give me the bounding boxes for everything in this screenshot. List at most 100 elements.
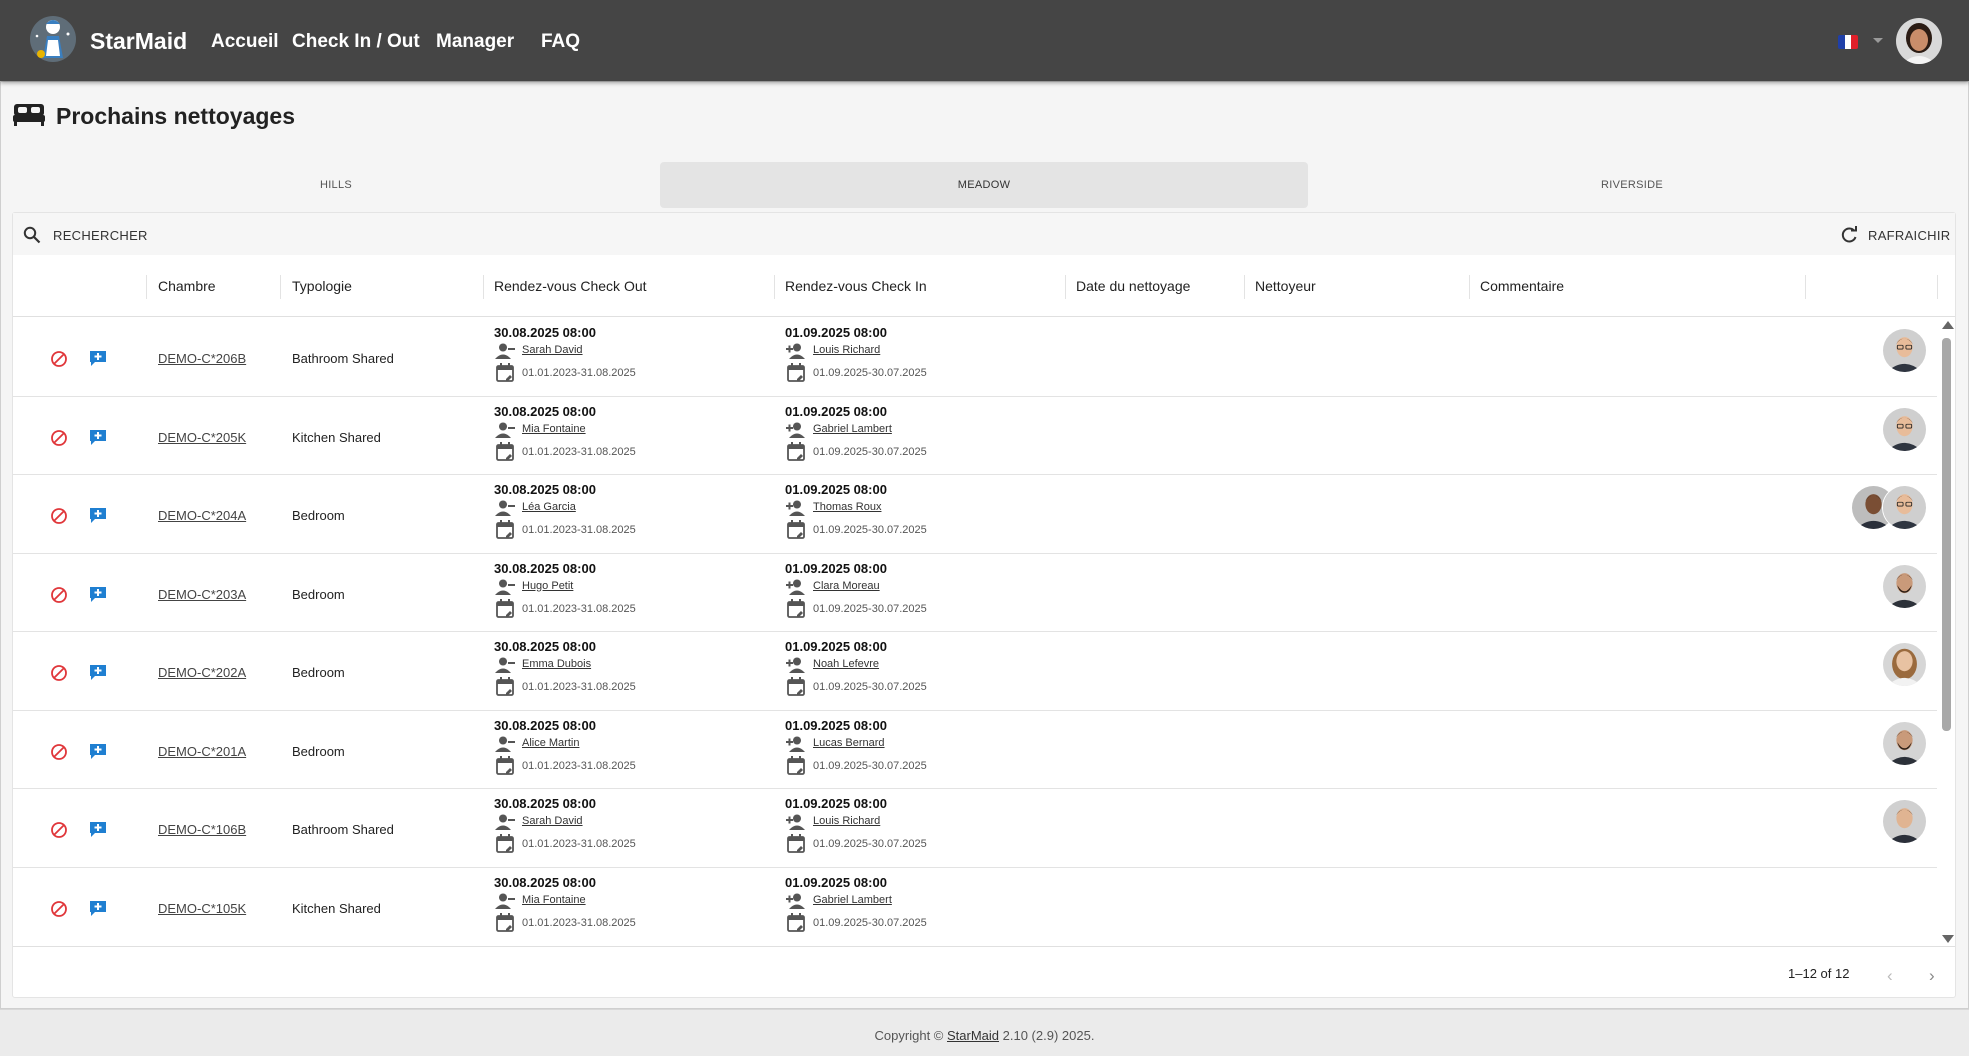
person-remove-icon <box>495 893 515 909</box>
room-link[interactable]: DEMO-C*106B <box>158 822 246 837</box>
language-dropdown-caret-icon[interactable] <box>1873 38 1883 43</box>
checkin-datetime: 01.09.2025 08:00 <box>785 717 887 733</box>
checkout-date-range: 01.01.2023-31.08.2025 <box>522 916 636 929</box>
scroll-up-arrow-icon[interactable] <box>1942 321 1954 329</box>
person-add-icon <box>786 500 806 516</box>
brand-name[interactable]: StarMaid <box>90 28 187 55</box>
column-header-typologie[interactable]: Typologie <box>292 278 352 294</box>
ban-icon[interactable] <box>50 429 68 447</box>
checkin-datetime: 01.09.2025 08:00 <box>785 325 887 340</box>
add-comment-icon[interactable] <box>89 663 107 681</box>
checkout-guest-link[interactable]: Emma Dubois <box>522 658 591 670</box>
ban-icon[interactable] <box>50 743 68 761</box>
ban-icon[interactable] <box>50 586 68 604</box>
column-header-checkout[interactable]: Rendez-vous Check Out <box>494 278 647 294</box>
checkout-guest-link[interactable]: Mia Fontaine <box>522 423 586 435</box>
nav-link-faq[interactable]: FAQ <box>541 31 580 53</box>
footer-starmaid-link[interactable]: StarMaid <box>947 1028 999 1043</box>
calendar-edit-icon <box>496 912 514 932</box>
ban-icon[interactable] <box>50 507 68 525</box>
cleaner-avatar[interactable] <box>1882 485 1927 530</box>
previous-page-icon[interactable]: ‹ <box>1887 966 1893 986</box>
next-page-icon[interactable]: › <box>1929 966 1935 986</box>
checkout-guest-link[interactable]: Sarah David <box>522 344 583 356</box>
tab-hills[interactable]: HILLS <box>12 162 660 208</box>
refresh-button[interactable]: RAFRAICHIR <box>1868 228 1950 243</box>
add-comment-icon[interactable] <box>89 742 107 760</box>
table-scrollbar[interactable] <box>1940 321 1954 946</box>
room-link[interactable]: DEMO-C*204A <box>158 508 246 523</box>
room-link[interactable]: DEMO-C*205K <box>158 430 246 445</box>
add-comment-icon[interactable] <box>89 899 107 917</box>
checkin-guest-link[interactable]: Lucas Bernard <box>813 737 885 749</box>
column-header-cleaner[interactable]: Nettoyeur <box>1255 278 1316 294</box>
checkout-date-range: 01.01.2023-31.08.2025 <box>522 524 636 536</box>
room-link[interactable]: DEMO-C*202A <box>158 665 246 680</box>
building-tabs: HILLS MEADOW RIVERSIDE <box>12 162 1956 208</box>
tab-meadow[interactable]: MEADOW <box>660 162 1308 208</box>
checkin-guest-link[interactable]: Clara Moreau <box>813 580 880 592</box>
cleaner-avatar[interactable] <box>1882 642 1927 687</box>
checkout-guest-link[interactable]: Hugo Petit <box>522 580 573 592</box>
add-comment-icon[interactable] <box>89 820 107 838</box>
cleaner-avatar[interactable] <box>1882 799 1927 844</box>
cleaner-avatar[interactable] <box>1882 406 1927 452</box>
calendar-edit-icon <box>787 677 805 696</box>
room-typology: Bedroom <box>292 586 345 602</box>
checkout-date-range: 01.01.2023-31.08.2025 <box>522 759 636 772</box>
checkout-guest-link[interactable]: Léa Garcia <box>522 501 576 513</box>
add-comment-icon[interactable] <box>89 585 107 603</box>
column-header-chambre[interactable]: Chambre <box>158 278 216 294</box>
room-link[interactable]: DEMO-C*105K <box>158 901 246 916</box>
ban-icon[interactable] <box>50 350 68 368</box>
nav-link-manager[interactable]: Manager <box>436 31 514 53</box>
add-comment-icon[interactable] <box>89 506 107 524</box>
checkout-guest-link[interactable]: Alice Martin <box>522 737 579 749</box>
add-comment-icon[interactable] <box>89 428 107 446</box>
add-comment-icon[interactable] <box>89 349 107 367</box>
user-avatar[interactable] <box>1896 18 1942 64</box>
checkin-guest-link[interactable]: Noah Lefevre <box>813 658 879 670</box>
checkout-guest-link[interactable]: Sarah David <box>522 815 583 827</box>
ban-icon[interactable] <box>50 900 68 918</box>
checkin-date-range: 01.09.2025-30.07.2025 <box>813 916 927 929</box>
checkin-guest-link[interactable]: Gabriel Lambert <box>813 894 892 906</box>
search-icon[interactable] <box>23 226 41 244</box>
checkin-guest-link[interactable]: Louis Richard <box>813 815 880 827</box>
column-header-comment[interactable]: Commentaire <box>1480 278 1564 294</box>
room-link[interactable]: DEMO-C*206B <box>158 351 246 366</box>
table-row: DEMO-C*206B Bathroom Shared 30.08.2025 08:… <box>13 318 1937 397</box>
scroll-thumb[interactable] <box>1942 338 1951 731</box>
cleaner-avatar[interactable] <box>1882 563 1927 609</box>
checkin-datetime: 01.09.2025 08:00 <box>785 796 887 811</box>
calendar-edit-icon <box>787 912 805 932</box>
ban-icon[interactable] <box>50 821 68 839</box>
table-toolbar: RECHERCHER RAFRAICHIR <box>13 213 1955 255</box>
checkin-guest-link[interactable]: Louis Richard <box>813 344 880 356</box>
cleaner-avatar[interactable] <box>1882 328 1927 373</box>
calendar-edit-icon <box>787 520 805 539</box>
nav-link-accueil[interactable]: Accueil <box>211 31 279 53</box>
column-header-checkin[interactable]: Rendez-vous Check In <box>785 278 927 294</box>
search-input[interactable]: RECHERCHER <box>53 228 148 243</box>
checkin-guest-link[interactable]: Thomas Roux <box>813 501 881 513</box>
table-header: Chambre Typologie Rendez-vous Check Out … <box>13 255 1955 317</box>
checkout-guest-link[interactable]: Mia Fontaine <box>522 894 586 906</box>
calendar-edit-icon <box>496 677 514 696</box>
checkout-datetime: 30.08.2025 08:00 <box>494 325 596 340</box>
room-link[interactable]: DEMO-C*201A <box>158 744 246 759</box>
french-flag-icon[interactable] <box>1838 35 1858 49</box>
calendar-edit-icon <box>787 598 805 618</box>
calendar-edit-icon <box>787 441 805 461</box>
refresh-icon[interactable] <box>1840 226 1858 244</box>
checkin-guest-link[interactable]: Gabriel Lambert <box>813 423 892 435</box>
column-header-cleaning-date[interactable]: Date du nettoyage <box>1076 278 1190 294</box>
calendar-edit-icon <box>496 755 514 775</box>
cleaner-avatar[interactable] <box>1882 720 1927 766</box>
starmaid-logo-icon[interactable] <box>28 14 78 64</box>
tab-riverside[interactable]: RIVERSIDE <box>1308 162 1956 208</box>
nav-link-check-in-out[interactable]: Check In / Out <box>292 31 420 53</box>
scroll-down-arrow-icon[interactable] <box>1942 935 1954 943</box>
room-link[interactable]: DEMO-C*203A <box>158 587 246 602</box>
ban-icon[interactable] <box>50 664 68 682</box>
